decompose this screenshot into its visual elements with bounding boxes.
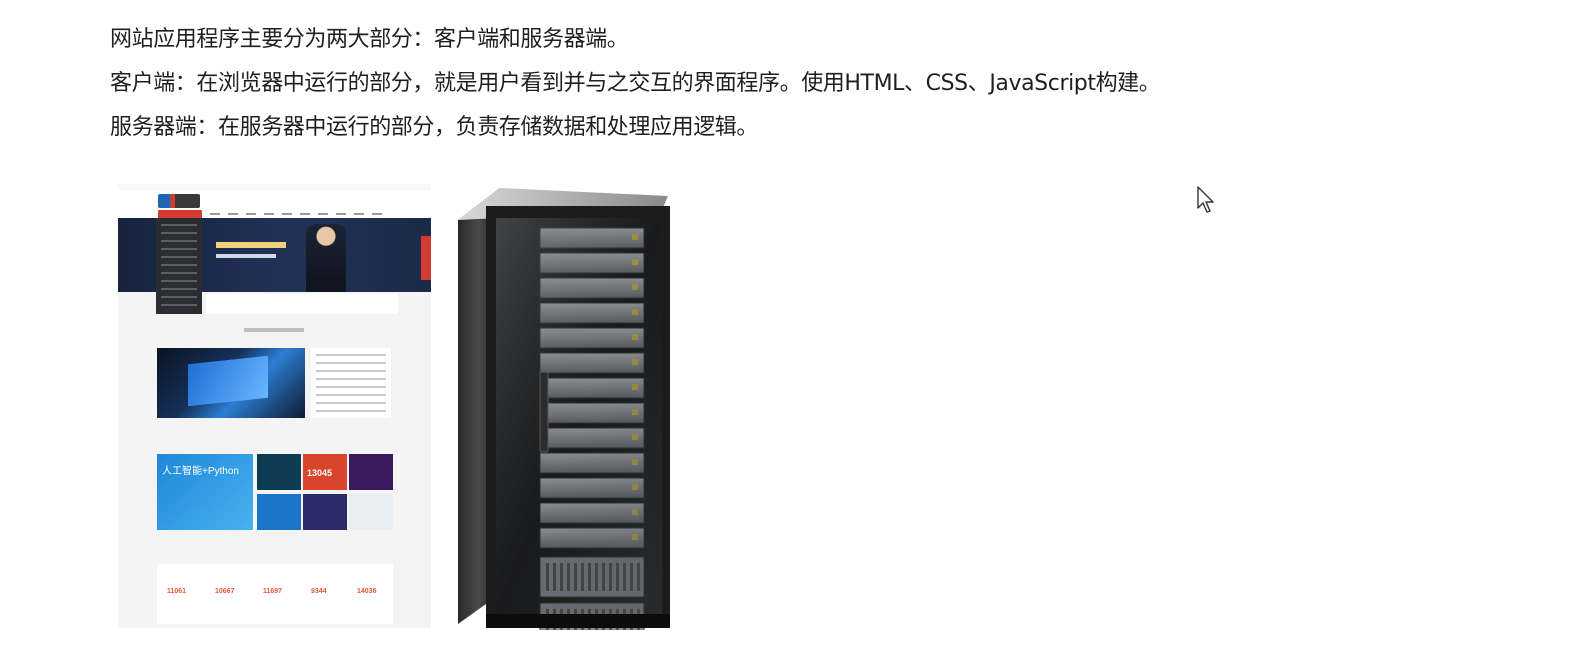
- client-description-line: 客户端：在浏览器中运行的部分，就是用户看到并与之交互的界面程序。使用HTML、C…: [110, 71, 1161, 96]
- site-stats-row: 11061 10667 11697 9344 14036: [157, 564, 393, 624]
- server-description-line: 服务器端：在服务器中运行的部分，负责存储数据和处理应用逻辑。: [110, 115, 759, 140]
- site-news-list: [311, 348, 391, 418]
- rack-door-handle: [539, 371, 549, 453]
- site-side-menu: [156, 218, 202, 314]
- mouse-cursor-icon: [1197, 186, 1214, 213]
- stat-value-5: 14036: [357, 588, 377, 595]
- site-nav-active: [158, 210, 202, 218]
- stat-value-2: 10667: [215, 588, 235, 595]
- site-feature-row: [206, 294, 398, 314]
- stat-value-1: 11061: [167, 588, 187, 595]
- stat-value-4: 9344: [311, 588, 327, 595]
- course-tile-ai-label: 人工智能+Python: [162, 466, 239, 477]
- banner-person: [306, 224, 346, 292]
- site-nav-items: [210, 213, 390, 215]
- intro-line: 网站应用程序主要分为两大部分：客户端和服务器端。: [110, 27, 629, 52]
- website-screenshot-image: 人工智能+Python 13045 11061 10667 11697 9344…: [118, 184, 431, 628]
- course-tile-7: [349, 494, 393, 530]
- course-tile-3: 13045: [303, 454, 347, 490]
- banner-side-tab: [421, 236, 431, 280]
- course-tile-5: [257, 494, 301, 530]
- course-tile-number: 13045: [307, 468, 333, 478]
- description-text: 网站应用程序主要分为两大部分：客户端和服务器端。 客户端：在浏览器中运行的部分，…: [110, 18, 1161, 150]
- banner-headline: [216, 242, 286, 248]
- site-course-tiles: 人工智能+Python 13045: [157, 454, 393, 530]
- course-tile-6: [303, 494, 347, 530]
- site-video-screen: [188, 355, 268, 407]
- course-tile-ai: 人工智能+Python: [157, 454, 253, 530]
- rack-base: [486, 614, 670, 628]
- site-section-title: [244, 328, 304, 332]
- rack-glass: [496, 218, 662, 618]
- stat-value-3: 11697: [263, 588, 283, 595]
- course-tile-2: [257, 454, 301, 490]
- banner-subline: [216, 254, 276, 258]
- server-rack-image: [458, 188, 670, 630]
- course-tile-4: [349, 454, 393, 490]
- site-logo: [158, 194, 200, 208]
